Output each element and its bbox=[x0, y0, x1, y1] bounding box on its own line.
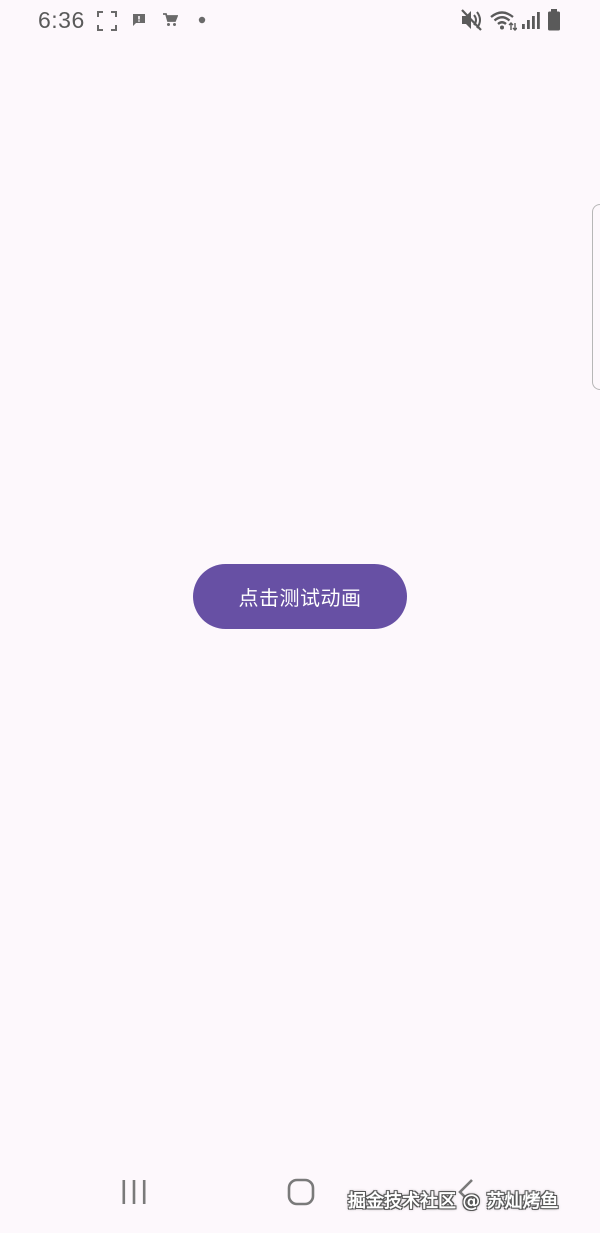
home-icon bbox=[287, 1178, 315, 1205]
vibrate-mute-icon bbox=[461, 9, 482, 31]
signal-icon bbox=[522, 12, 540, 29]
wifi-icon bbox=[490, 11, 517, 31]
message-alert-icon bbox=[133, 14, 145, 26]
test-animation-button[interactable]: 点击测试动画 bbox=[193, 564, 407, 629]
screenshot-frame-icon bbox=[97, 11, 117, 31]
watermark: 掘金技术社区 @ 苏灿烤鱼 bbox=[348, 1191, 559, 1212]
edge-panel-handle[interactable] bbox=[592, 204, 600, 390]
status-bar: 6:36 bbox=[0, 0, 600, 42]
recent-apps-button[interactable] bbox=[74, 1150, 194, 1233]
status-time: 6:36 bbox=[38, 7, 85, 33]
home-button[interactable] bbox=[241, 1150, 361, 1233]
shopping-cart-icon bbox=[163, 13, 178, 26]
dot-icon bbox=[198, 16, 206, 24]
battery-icon bbox=[548, 9, 560, 31]
recent-apps-icon bbox=[122, 1179, 146, 1204]
